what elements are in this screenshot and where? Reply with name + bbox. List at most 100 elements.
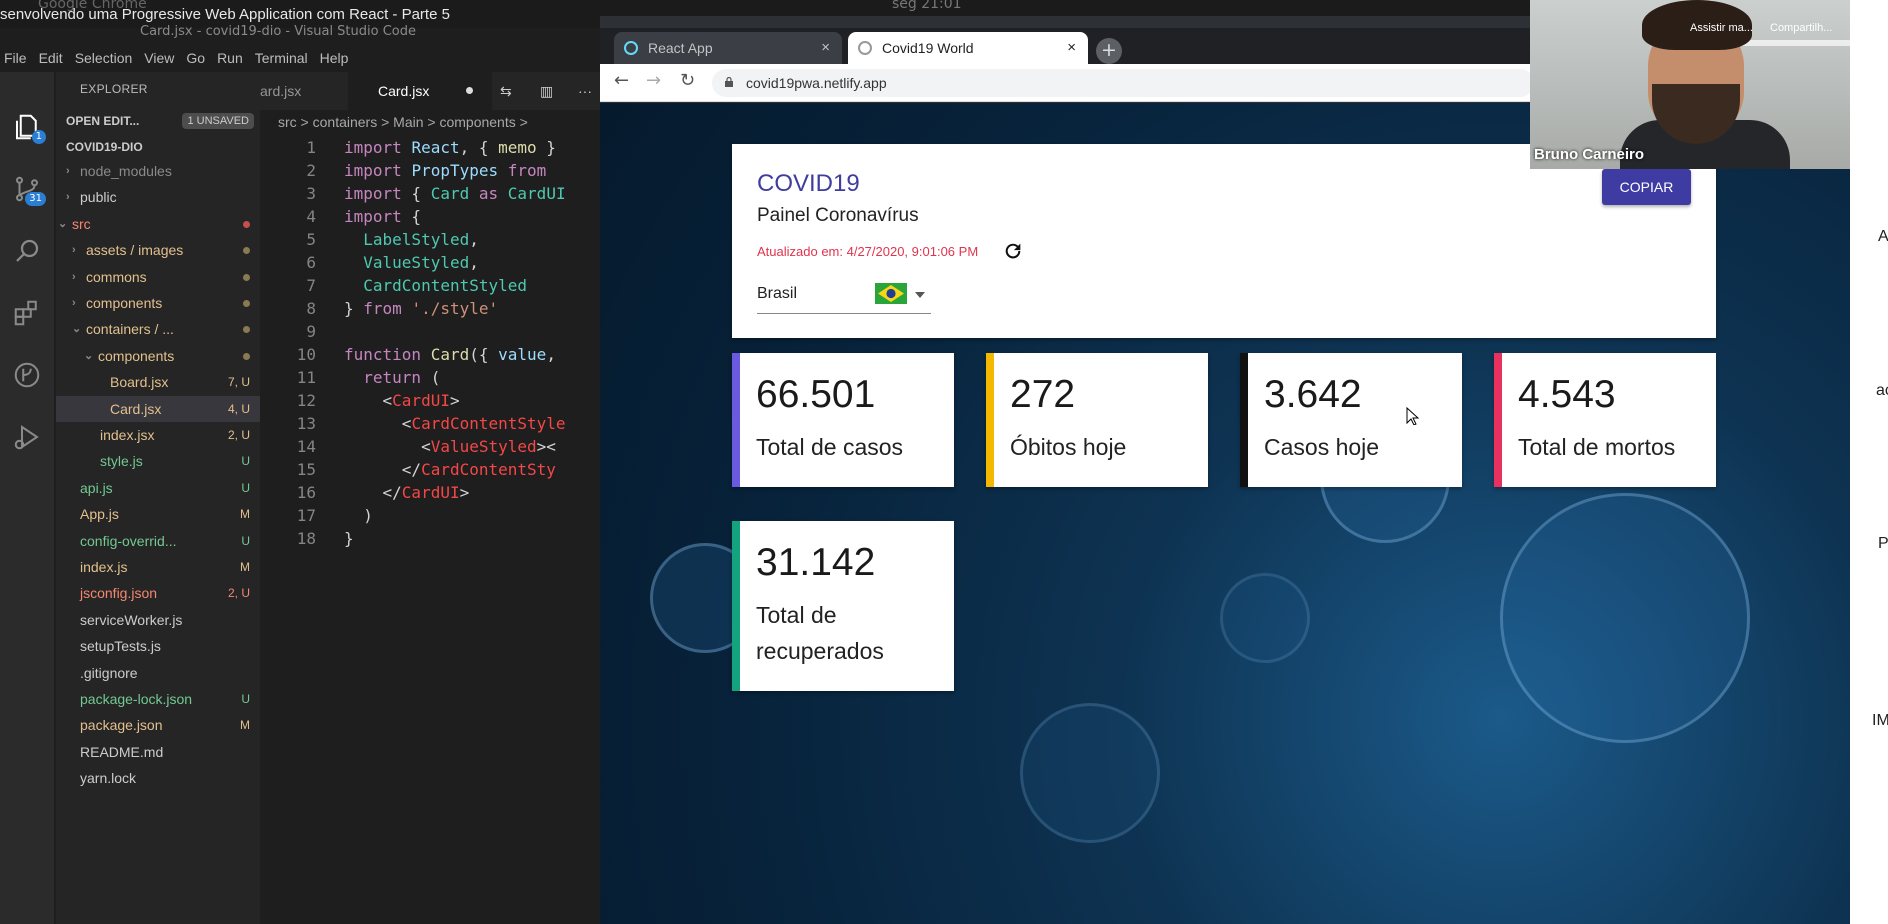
tab-react-app[interactable]: React App × bbox=[614, 32, 842, 64]
refresh-icon[interactable] bbox=[1002, 240, 1024, 262]
menu-help[interactable]: Help bbox=[320, 46, 349, 70]
file-tree-label: public bbox=[80, 189, 117, 206]
globe-icon bbox=[858, 41, 872, 55]
forward-icon[interactable]: → bbox=[646, 70, 661, 91]
virus-decoration bbox=[1220, 573, 1310, 663]
address-bar[interactable]: covid19pwa.netlify.app bbox=[712, 69, 1534, 97]
breadcrumb[interactable]: src > containers > Main > components > bbox=[278, 114, 528, 130]
file-tree-label: index.js bbox=[80, 559, 128, 575]
explorer-badge: 1 bbox=[31, 130, 46, 144]
file-tree-item[interactable]: package.json M bbox=[56, 712, 260, 738]
file-tree-label: components bbox=[86, 295, 163, 311]
tab-title: Covid19 World bbox=[882, 40, 974, 56]
tab-covid19-world[interactable]: Covid19 World × bbox=[848, 32, 1088, 64]
menu-go[interactable]: Go bbox=[186, 46, 205, 70]
file-tree-label: setupTests.js bbox=[80, 638, 161, 655]
code-line: import { Card as CardUI bbox=[344, 184, 566, 203]
file-tree-item[interactable]: ⌄ components bbox=[56, 343, 260, 369]
file-tree-item[interactable]: yarn.lock bbox=[56, 765, 260, 791]
explorer-sidebar: EXPLORER OPEN EDIT... 1 UNSAVED COVID19-… bbox=[56, 72, 260, 924]
source-control-icon[interactable]: 31 bbox=[10, 172, 46, 206]
menu-run[interactable]: Run bbox=[217, 46, 243, 70]
back-icon[interactable]: ← bbox=[614, 70, 629, 91]
new-tab-button[interactable]: + bbox=[1096, 38, 1122, 64]
tab-label: ard.jsx bbox=[260, 83, 302, 99]
file-tree-item[interactable]: › node_modules bbox=[56, 158, 260, 184]
close-tab-icon[interactable]: × bbox=[1067, 32, 1076, 64]
tab-card[interactable]: Card.jsx bbox=[348, 72, 492, 110]
file-tree-item[interactable]: style.js U bbox=[56, 448, 260, 474]
menu-view[interactable]: View bbox=[144, 46, 174, 70]
open-editors-section[interactable]: OPEN EDIT... 1 UNSAVED bbox=[56, 110, 260, 132]
unsaved-dot-icon bbox=[466, 87, 473, 94]
more-actions-icon[interactable]: ··· bbox=[578, 72, 600, 110]
stat-value: 3.642 bbox=[1264, 373, 1362, 416]
file-tree-item[interactable]: .gitignore bbox=[56, 660, 260, 686]
watch-later-label[interactable]: Assistir ma... bbox=[1690, 22, 1753, 34]
stat-card-total-deaths: 4.543 Total de mortos bbox=[1494, 353, 1716, 487]
close-tab-icon[interactable]: × bbox=[821, 32, 830, 64]
file-tree-label: assets / images bbox=[86, 242, 184, 259]
unsaved-badge: 1 UNSAVED bbox=[182, 113, 254, 129]
accent-bar bbox=[732, 353, 740, 487]
file-tree-item[interactable]: App.js M bbox=[56, 501, 260, 527]
file-tree-item[interactable]: Card.jsx 4, U bbox=[56, 395, 260, 422]
presenter-name: Bruno Carneiro bbox=[1534, 146, 1645, 163]
file-tree-item[interactable]: ⌄ containers / ... bbox=[56, 316, 260, 342]
menu-terminal[interactable]: Terminal bbox=[255, 46, 308, 70]
file-tree-item[interactable]: › public bbox=[56, 184, 260, 210]
file-tree-item[interactable]: config-overrid... U bbox=[56, 528, 260, 554]
file-tree-item[interactable]: index.js M bbox=[56, 554, 260, 580]
tab-board[interactable]: ard.jsx bbox=[260, 72, 332, 110]
file-tree-label: .gitignore bbox=[80, 664, 138, 681]
line-number: 10 bbox=[296, 345, 316, 364]
share-label[interactable]: Compartilh... bbox=[1770, 22, 1832, 34]
edge-text: A bbox=[1878, 228, 1888, 245]
menu-file[interactable]: File bbox=[4, 46, 27, 70]
extensions-icon[interactable] bbox=[10, 296, 44, 330]
git-status: 7, U bbox=[227, 375, 250, 390]
menu-edit[interactable]: Edit bbox=[39, 46, 63, 70]
search-icon[interactable] bbox=[10, 234, 44, 268]
file-tree-item[interactable]: setupTests.js bbox=[56, 633, 260, 659]
file-tree-label: App.js bbox=[80, 506, 119, 523]
file-tree-item[interactable]: serviceWorker.js bbox=[56, 607, 260, 633]
line-number: 4 bbox=[306, 207, 316, 226]
stat-card-cases-today: 3.642 Casos hoje bbox=[1240, 353, 1462, 487]
file-tree-item[interactable]: Board.jsx 7, U bbox=[56, 369, 260, 395]
file-tree-item[interactable]: › commons bbox=[56, 264, 260, 290]
menu-selection[interactable]: Selection bbox=[75, 46, 133, 70]
code-line: } bbox=[344, 529, 354, 548]
git-status: U bbox=[241, 533, 250, 548]
git-status: M bbox=[240, 507, 250, 522]
git-status: 2, U bbox=[227, 586, 250, 601]
code-line: import { bbox=[344, 207, 422, 226]
file-tree-item[interactable]: ⌄ src bbox=[56, 211, 260, 237]
project-root[interactable]: COVID19-DIO bbox=[56, 136, 260, 158]
stat-card-total-recovered: 31.142 Total de recuperados bbox=[732, 521, 954, 691]
git-status: 4, U bbox=[227, 401, 250, 416]
copy-button[interactable]: COPIAR bbox=[1602, 169, 1691, 205]
split-editor-icon[interactable]: ▥ bbox=[540, 72, 566, 110]
file-tree-item[interactable]: api.js U bbox=[56, 475, 260, 501]
file-tree-item[interactable]: README.md bbox=[56, 739, 260, 765]
code-editor[interactable]: 1 2 3 4 5 6 7 8 9 10 11 12 13 14 15 16 17 18 import React… bbox=[260, 138, 600, 598]
file-tree-item[interactable]: jsconfig.json 2, U bbox=[56, 580, 260, 606]
file-tree-label: components bbox=[98, 347, 175, 364]
reload-icon[interactable]: ↻ bbox=[680, 70, 695, 91]
file-tree-label: containers / ... bbox=[86, 321, 174, 338]
scm-badge: 31 bbox=[25, 192, 46, 206]
code-line: CardContentStyled bbox=[363, 276, 528, 295]
file-tree-item[interactable]: › components bbox=[56, 290, 260, 316]
run-debug-icon[interactable] bbox=[10, 420, 44, 454]
git-graph-icon[interactable] bbox=[10, 358, 44, 392]
file-tree-item[interactable]: › assets / images bbox=[56, 237, 260, 263]
file-tree-item[interactable]: package-lock.json U bbox=[56, 686, 260, 712]
file-tree-label: Board.jsx bbox=[110, 374, 169, 391]
explorer-icon[interactable]: 1 bbox=[10, 110, 46, 144]
compare-icon[interactable]: ⇆ bbox=[500, 72, 530, 110]
country-select[interactable]: Brasil bbox=[757, 282, 931, 314]
file-tree-item[interactable]: index.jsx 2, U bbox=[56, 422, 260, 448]
chevron-right-icon: › bbox=[72, 297, 76, 309]
git-status: M bbox=[240, 718, 250, 733]
